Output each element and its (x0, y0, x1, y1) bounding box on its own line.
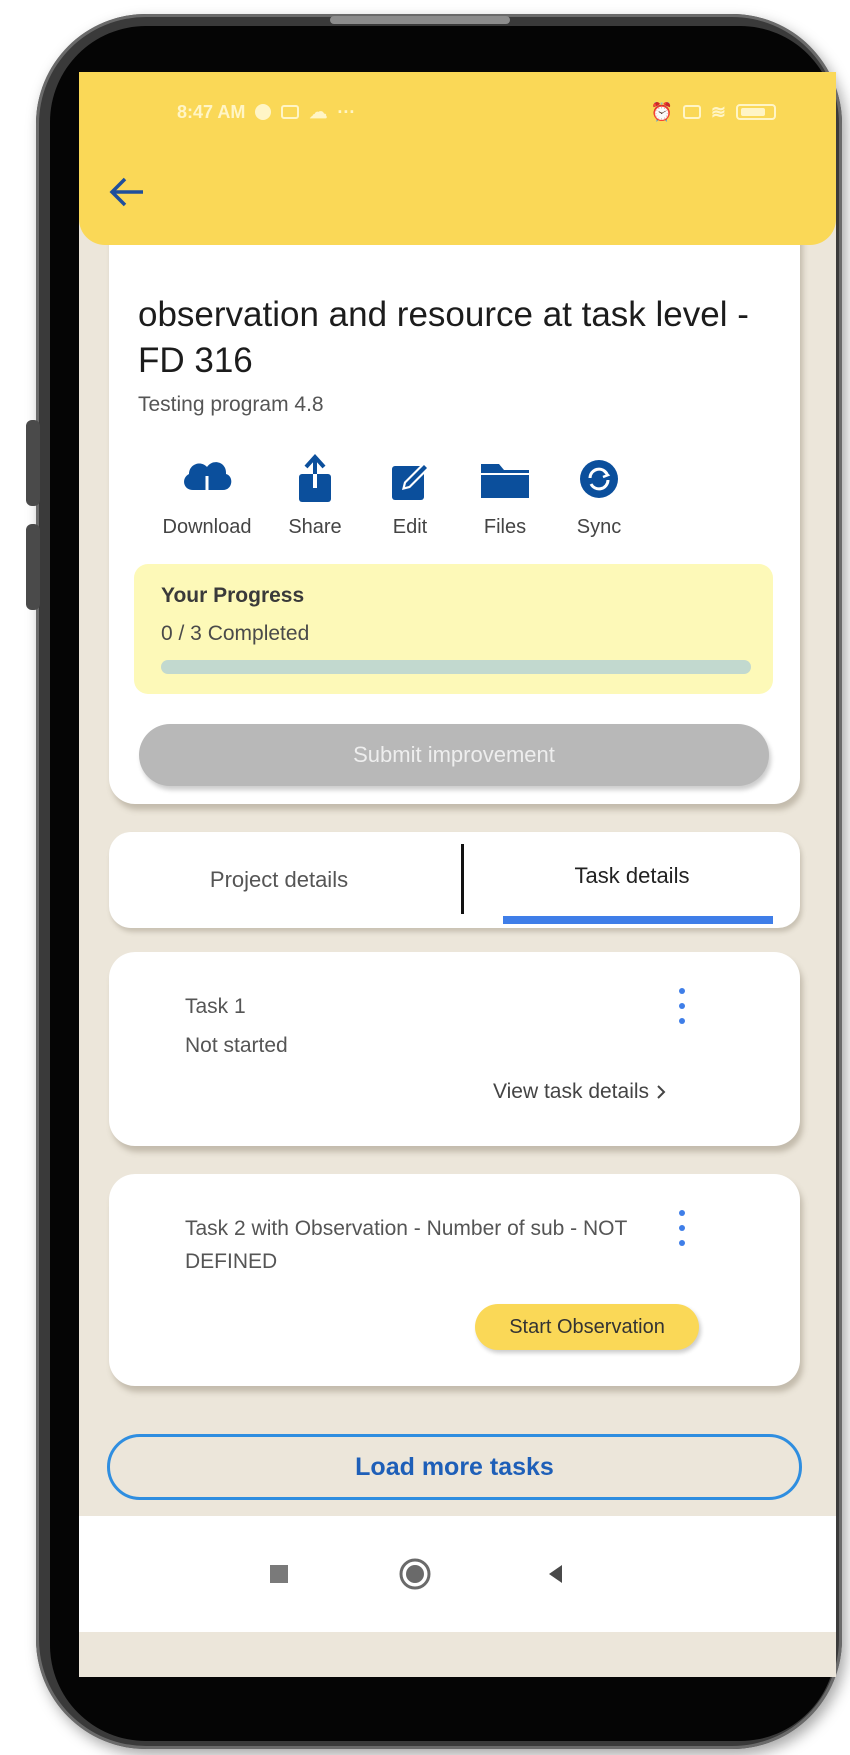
active-tab-indicator (503, 916, 773, 924)
phone-earpiece (330, 16, 510, 24)
nav-back-button[interactable] (535, 1554, 575, 1594)
folder-icon (477, 454, 533, 504)
tab-task-details[interactable]: Task details (471, 832, 793, 928)
status-time: 8:47 AM (177, 101, 246, 122)
progress-box: Your Progress 0 / 3 Completed (134, 564, 773, 694)
cloud-icon: ☁ (309, 101, 328, 122)
alarm-icon: ⏰ (650, 101, 673, 122)
home-circle-icon (399, 1558, 431, 1590)
sync-icon (577, 454, 621, 504)
share-label: Share (288, 516, 342, 538)
status-bar: 8:47 AM ☁ ··· ⏰ ≋ (79, 72, 836, 152)
progress-title: Your Progress (161, 584, 305, 607)
task-name: Task 2 with Observation - Number of sub … (185, 1217, 627, 1273)
load-more-tasks-button[interactable]: Load more tasks (107, 1434, 802, 1500)
task-status: Not started (185, 1034, 288, 1057)
phone-volume-down-button (26, 524, 40, 610)
back-triangle-icon (549, 1565, 562, 1583)
files-label: Files (483, 516, 527, 538)
task-name: Task 1 (185, 995, 246, 1018)
home-button[interactable] (395, 1554, 435, 1594)
sync-label: Sync (576, 516, 622, 538)
more-vertical-icon[interactable] (672, 988, 692, 1024)
android-nav-bar (79, 1516, 836, 1632)
status-left: 8:47 AM ☁ ··· (177, 102, 355, 123)
details-tabs: Project details Task details (109, 832, 800, 928)
share-button[interactable]: Share (265, 454, 365, 539)
project-card: observation and resource at task level -… (109, 192, 800, 804)
view-task-details-link[interactable]: View task details (493, 1080, 667, 1104)
submit-improvement-button[interactable]: Submit improvement (139, 724, 769, 786)
status-right: ⏰ ≋ (650, 102, 776, 123)
recents-button[interactable] (259, 1554, 299, 1594)
battery-icon (736, 104, 776, 120)
files-button[interactable]: Files (455, 454, 555, 539)
wifi-icon: ≋ (710, 101, 726, 122)
download-label: Download (162, 516, 252, 538)
more-vertical-icon[interactable] (672, 1210, 692, 1246)
share-icon (293, 454, 337, 504)
edit-icon (388, 454, 432, 504)
app-bar (79, 152, 836, 245)
edit-label: Edit (392, 516, 428, 538)
back-button[interactable] (103, 168, 151, 216)
download-button[interactable]: Download (149, 454, 265, 539)
phone-volume-up-button (26, 420, 40, 506)
project-title: observation and resource at task level -… (138, 295, 749, 380)
cloud-download-icon (179, 454, 235, 504)
sync-button[interactable]: Sync (555, 454, 643, 539)
more-dots-icon: ··· (337, 101, 356, 122)
progress-count: 0 / 3 Completed (161, 622, 310, 645)
tab-project-details[interactable]: Project details (109, 832, 449, 928)
view-task-details-label: View task details (493, 1080, 650, 1103)
task-card: Task 1 Not started View task details (109, 952, 800, 1146)
signal-icon (682, 105, 701, 119)
program-name: Testing program 4.8 (138, 393, 324, 416)
start-observation-button[interactable]: Start Observation (475, 1304, 699, 1350)
chevron-right-icon (657, 1085, 666, 1099)
edit-button[interactable]: Edit (365, 454, 455, 539)
project-actions: Download Share Edit Files Sync (149, 454, 643, 539)
recents-square-icon (270, 1565, 288, 1583)
arrow-left-icon (109, 177, 143, 207)
progress-bar (161, 660, 751, 674)
notification-icon (255, 104, 272, 120)
mail-icon (281, 105, 300, 119)
app-screen: 8:47 AM ☁ ··· ⏰ ≋ observation and resour… (79, 72, 836, 1677)
tab-divider (461, 844, 464, 914)
task-card: Task 2 with Observation - Number of sub … (109, 1174, 800, 1386)
